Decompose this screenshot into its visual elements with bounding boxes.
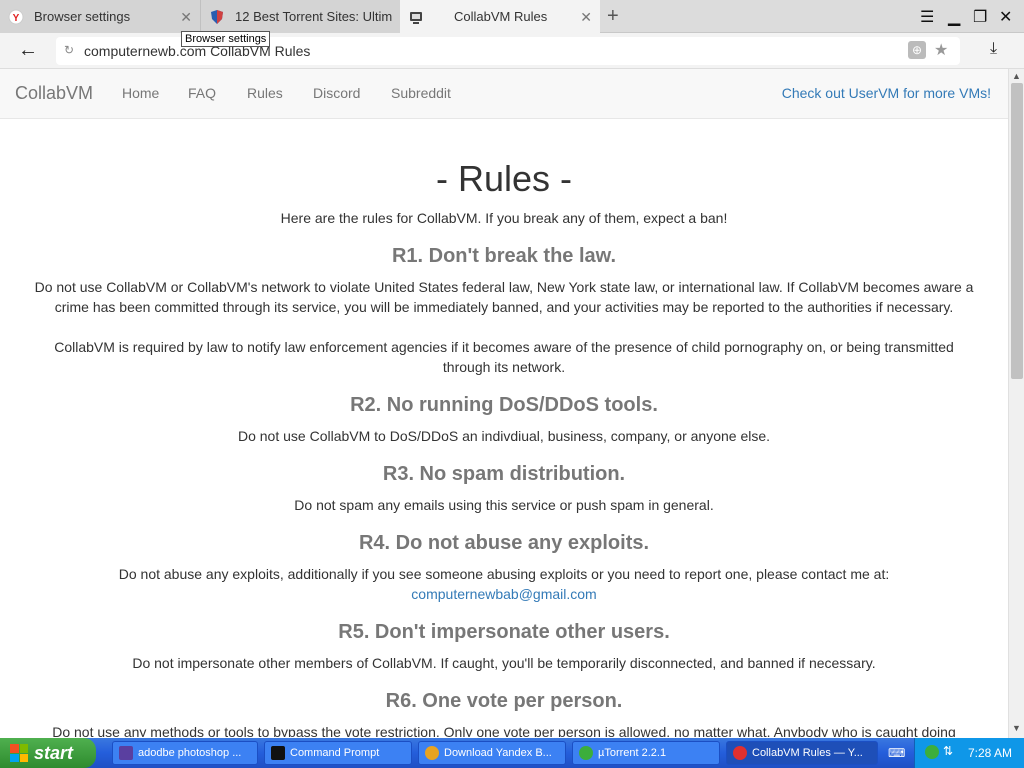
rules-content: - Rules - Here are the rules for CollabV… <box>0 120 1008 737</box>
tab-browser-settings[interactable]: Y Browser settings ✕ <box>0 0 200 33</box>
restore-icon[interactable]: ❐ <box>973 7 987 27</box>
nav-faq[interactable]: FAQ <box>188 85 216 101</box>
minimize-icon[interactable]: ▁ <box>948 7 960 27</box>
keyboard-icon[interactable]: ⌨ <box>888 746 905 760</box>
start-button[interactable]: start <box>0 738 96 768</box>
rule-text: Do not use CollabVM or CollabVM's networ… <box>34 279 974 315</box>
yandex-icon <box>733 746 747 760</box>
system-tray: ⇅ 7:28 AM <box>914 738 1024 768</box>
uservm-link[interactable]: Check out UserVM for more VMs! <box>782 85 991 101</box>
rule-heading: R2. No running DoS/DDoS tools. <box>350 394 658 416</box>
address-bar: ← ↻ computernewb.com CollabVM Rules ⊕ ★ … <box>0 33 1024 69</box>
rule-text: Do not abuse any exploits, additionally … <box>118 566 890 582</box>
taskbar-item-photoshop[interactable]: adodbe photoshop ... <box>112 741 258 765</box>
nav-discord[interactable]: Discord <box>313 85 360 101</box>
taskbar-item-utorrent[interactable]: µTorrent 2.2.1 <box>572 741 720 765</box>
scroll-up-icon[interactable]: ▲ <box>1012 71 1021 81</box>
photoshop-icon <box>119 746 133 760</box>
tab-label: CollabVM Rules <box>454 9 548 24</box>
contact-email-link[interactable]: computernewbab@gmail.com <box>411 586 596 602</box>
rule-heading: R6. One vote per person. <box>385 690 623 712</box>
chrome-icon <box>425 746 439 760</box>
globe-icon[interactable]: ⊕ <box>908 41 926 59</box>
rule-heading: R4. Do not abuse any exploits. <box>358 532 650 554</box>
close-icon[interactable]: ✕ <box>180 9 192 26</box>
rule-text: Do not use any methods or tools to bypas… <box>52 724 956 737</box>
taskbar-item-yandex-download[interactable]: Download Yandex B... <box>418 741 566 765</box>
svg-text:Y: Y <box>13 13 20 24</box>
scrollbar-thumb[interactable] <box>1011 83 1023 379</box>
taskbar: start adodbe photoshop ... Command Promp… <box>0 738 1024 768</box>
yandex-icon: Y <box>8 9 24 25</box>
rule-text: CollabVM is required by law to notify la… <box>54 339 954 375</box>
shield-icon <box>209 9 225 25</box>
taskbar-item-collabvm-rules[interactable]: CollabVM Rules — Y... <box>726 741 878 765</box>
taskbar-item-command-prompt[interactable]: Command Prompt <box>264 741 412 765</box>
clock[interactable]: 7:28 AM <box>968 746 1012 760</box>
intro-text: Here are the rules for CollabVM. If you … <box>280 210 728 226</box>
bookmark-star-icon[interactable]: ★ <box>934 40 948 60</box>
network-icon[interactable]: ⇅ <box>943 744 953 758</box>
rule-heading: R1. Don't break the law. <box>391 245 617 267</box>
tab-label: 12 Best Torrent Sites: Ultim <box>235 9 393 24</box>
scroll-down-icon[interactable]: ▼ <box>1012 723 1021 733</box>
close-window-icon[interactable]: ✕ <box>999 7 1012 27</box>
download-icon[interactable]: ⤓ <box>990 40 997 58</box>
tab-collabvm-rules[interactable]: CollabVM Rules ✕ <box>400 0 600 33</box>
vertical-scrollbar[interactable]: ▲ ▼ <box>1008 69 1024 738</box>
nav-home[interactable]: Home <box>122 85 159 101</box>
tab-strip: Y Browser settings ✕ 12 Best Torrent Sit… <box>0 0 1024 33</box>
collabvm-icon <box>408 9 424 25</box>
nav-rules[interactable]: Rules <box>247 85 283 101</box>
close-icon[interactable]: ✕ <box>580 9 592 26</box>
menu-icon[interactable]: ☰ <box>920 7 934 27</box>
nav-subreddit[interactable]: Subreddit <box>391 85 451 101</box>
tooltip: Browser settings <box>181 31 271 47</box>
reload-icon[interactable]: ↻ <box>64 43 74 57</box>
rule-text: Do not use CollabVM to DoS/DDoS an indiv… <box>237 428 771 444</box>
windows-flag-icon <box>10 744 28 762</box>
rule-email-line: computernewbab@gmail.com <box>30 584 978 604</box>
tab-torrent-sites[interactable]: 12 Best Torrent Sites: Ultim <box>200 0 400 33</box>
back-arrow-icon[interactable]: ← <box>18 39 38 62</box>
utorrent-icon <box>579 746 593 760</box>
page-title: - Rules - <box>435 158 573 199</box>
rule-text: Do not impersonate other members of Coll… <box>132 655 876 671</box>
site-navbar: CollabVM Home FAQ Rules Discord Subreddi… <box>0 69 1008 119</box>
command-prompt-icon <box>271 746 285 760</box>
tab-label: Browser settings <box>34 9 131 24</box>
rule-heading: R5. Don't impersonate other users. <box>338 621 670 643</box>
new-tab-icon[interactable]: + <box>607 5 619 28</box>
rule-text: Do not spam any emails using this servic… <box>294 497 714 513</box>
utorrent-tray-icon[interactable] <box>925 745 939 759</box>
site-brand[interactable]: CollabVM <box>15 83 93 104</box>
rule-heading: R3. No spam distribution. <box>382 463 626 485</box>
